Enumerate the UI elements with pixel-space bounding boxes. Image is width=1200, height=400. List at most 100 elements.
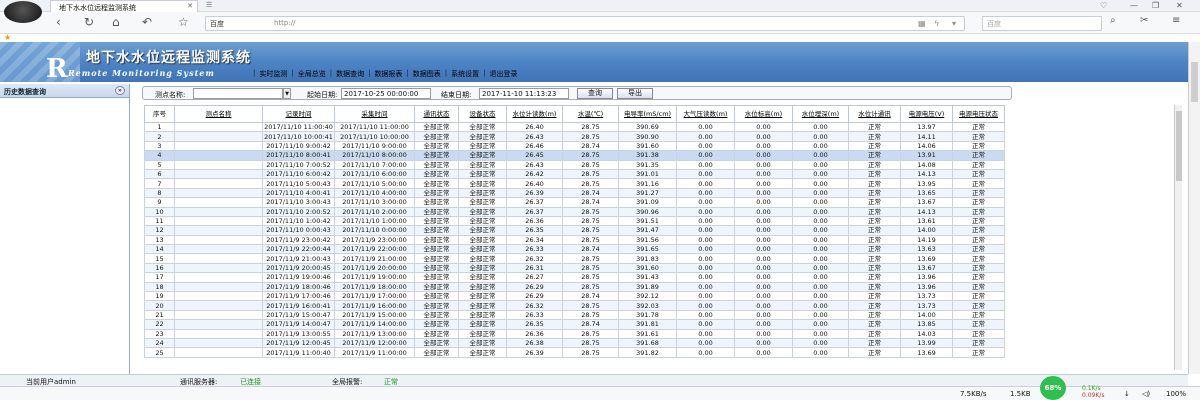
table-row[interactable]: 2 2017/11/10 10:00:41 2017/11/10 10:00:00 全…: [144, 131, 1005, 142]
back-icon[interactable]: ‹: [56, 15, 61, 29]
menu-item-query[interactable]: 数据查询: [333, 69, 367, 79]
column-header[interactable]: 水温(℃): [562, 105, 619, 123]
table-row[interactable]: 8 2017/11/10 4:00:41 2017/11/10 4:00:00 全部正…: [144, 187, 1005, 199]
query-button[interactable]: 查询: [577, 88, 613, 99]
column-header[interactable]: 设备状态: [458, 105, 507, 123]
shield-icon[interactable]: ♡: [1100, 1, 1107, 10]
menu-icon[interactable]: ≡: [1172, 15, 1180, 26]
table-cell: 391.65: [618, 244, 677, 255]
table-row[interactable]: 14 2017/11/9 22:00:44 2017/11/9 22:00:00 全部…: [144, 244, 1005, 255]
search-icon[interactable]: ⌕: [1110, 15, 1116, 26]
column-header[interactable]: 采集时间: [334, 105, 415, 123]
table-cell: 0.00: [676, 300, 735, 311]
table-row[interactable]: 15 2017/11/9 21:00:43 2017/11/9 21:00:00 全部…: [144, 253, 1005, 264]
table-cell: 2017/11/10 3:00:00: [334, 197, 415, 208]
page-icon[interactable]: ▦: [918, 19, 926, 28]
table-row[interactable]: 24 2017/11/9 12:00:45 2017/11/9 12:00:00 全部…: [144, 337, 1005, 349]
table-scroll-thumb[interactable]: [1176, 111, 1182, 181]
column-header[interactable]: 水位计通讯: [848, 105, 901, 123]
menu-item-logout[interactable]: 退出登录: [487, 69, 521, 79]
table-row[interactable]: 17 2017/11/9 19:00:46 2017/11/9 19:00:00 全部…: [144, 272, 1005, 283]
table-row[interactable]: 16 2017/11/9 20:00:45 2017/11/9 20:00:00 全部…: [144, 262, 1005, 274]
menu-item-realtime[interactable]: 实时监测: [256, 69, 290, 79]
column-header[interactable]: 水位计读数(m): [506, 105, 563, 123]
column-header[interactable]: 测点名称: [174, 105, 263, 123]
column-header[interactable]: 水位标高(m): [734, 105, 793, 123]
browser-search-box[interactable]: 百度: [982, 16, 1102, 31]
table-row[interactable]: 6 2017/11/10 6:00:42 2017/11/10 6:00:00 全部正…: [144, 168, 1005, 180]
column-header[interactable]: 电源电压(V): [900, 105, 953, 123]
table-cell: 2017/11/9 15:00:47: [262, 309, 335, 321]
table-row[interactable]: 22 2017/11/9 14:00:47 2017/11/9 14:00:00 全部…: [144, 319, 1005, 330]
home-icon[interactable]: ⌂: [112, 15, 120, 29]
table-cell: 2017/11/9 21:00:43: [262, 253, 335, 264]
table-row[interactable]: 12 2017/11/10 0:00:43 2017/11/10 0:00:00 全部…: [144, 225, 1005, 236]
table-scrollbar[interactable]: [1174, 105, 1182, 370]
sound-icon[interactable]: ◁): [1142, 390, 1150, 398]
data-table: 序号 测点名称 记录时间 采集时间 通讯状态 设备状态 水位计读数(m) 水温(℃) 电导率(m…: [144, 105, 1005, 358]
menu-item-chart[interactable]: 数据图表: [410, 69, 444, 79]
minimize-icon[interactable]: —: [1130, 1, 1138, 10]
favorite-star-icon[interactable]: ☆: [178, 15, 189, 29]
station-select[interactable]: [193, 88, 283, 99]
memory-gauge[interactable]: 68%: [1040, 376, 1066, 400]
table-row[interactable]: 5 2017/11/10 7:00:52 2017/11/10 7:00:00 全部正…: [144, 159, 1005, 170]
refresh-icon[interactable]: ↻: [84, 15, 94, 29]
table-row[interactable]: 9 2017/11/10 3:00:43 2017/11/10 3:00:00 全部正…: [144, 197, 1005, 208]
column-header[interactable]: 电导率(mS/cm): [618, 105, 677, 123]
table-row[interactable]: 25 2017/11/9 11:00:40 2017/11/9 11:00:00 全部…: [144, 347, 1005, 358]
dropdown-icon[interactable]: ▾: [952, 19, 956, 28]
table-row[interactable]: 20 2017/11/9 16:00:41 2017/11/9 16:00:00 全部…: [144, 300, 1005, 311]
table-row[interactable]: 1 2017/11/10 11:00:40 2017/11/10 11:00:00 全…: [144, 121, 1005, 133]
table-row[interactable]: 21 2017/11/9 15:00:47 2017/11/9 15:00:00 全部…: [144, 309, 1005, 321]
table-row[interactable]: 19 2017/11/9 17:00:46 2017/11/9 17:00:00 全部…: [144, 291, 1005, 302]
table-cell: 正常: [848, 328, 901, 340]
close-tab-icon[interactable]: ✕: [187, 2, 193, 10]
table-cell: 390.96: [618, 206, 677, 217]
table-row[interactable]: 3 2017/11/10 9:00:42 2017/11/10 9:00:00 全部正…: [144, 140, 1005, 152]
favorites-star-icon[interactable]: ★: [4, 33, 11, 42]
tab-list-icon[interactable]: ☰: [206, 1, 212, 9]
url-text[interactable]: http://: [274, 19, 295, 27]
sidebar-header[interactable]: 历史数据查询 »: [0, 84, 129, 98]
menu-item-overview[interactable]: 全局总览: [295, 69, 329, 79]
table-row[interactable]: 7 2017/11/10 5:00:43 2017/11/10 5:00:00 全部正…: [144, 178, 1005, 189]
page-scroll-thumb[interactable]: [1191, 62, 1198, 102]
column-header[interactable]: 通讯状态: [414, 105, 459, 123]
table-cell: 全部正常: [414, 121, 459, 133]
close-window-icon[interactable]: ✕: [1176, 1, 1183, 10]
table-row[interactable]: 10 2017/11/10 2:00:52 2017/11/10 2:00:00 全部…: [144, 206, 1005, 217]
station-dropdown-icon[interactable]: ▼: [283, 88, 291, 99]
lightning-icon[interactable]: ϟ: [934, 19, 939, 28]
search-engine-label[interactable]: 百度: [210, 19, 224, 29]
restore-icon[interactable]: ❐: [1152, 1, 1159, 10]
table-row[interactable]: 23 2017/11/9 13:00:55 2017/11/9 13:00:00 全部…: [144, 328, 1005, 340]
export-button[interactable]: 导出: [617, 88, 653, 99]
page-scrollbar[interactable]: [1188, 42, 1200, 374]
user-avatar[interactable]: [4, 1, 42, 23]
column-header[interactable]: 水位埋深(m): [792, 105, 849, 123]
zoom-level[interactable]: 100%: [1166, 390, 1186, 398]
collapse-icon[interactable]: »: [115, 86, 125, 95]
end-date-input[interactable]: 2017-11-10 11:13:23: [479, 88, 569, 99]
table-row[interactable]: 11 2017/11/10 1:00:42 2017/11/10 1:00:00 全部…: [144, 215, 1005, 227]
column-header[interactable]: 大气压读数(m): [676, 105, 735, 123]
undo-icon[interactable]: ↶: [142, 15, 152, 29]
table-row[interactable]: 18 2017/11/9 18:00:46 2017/11/9 18:00:00 全部…: [144, 281, 1005, 293]
menu-item-report[interactable]: 数据报表: [371, 69, 405, 79]
table-cell: 全部正常: [414, 131, 459, 142]
download-icon[interactable]: ↓: [1124, 390, 1130, 398]
table-cell: 8: [144, 187, 175, 199]
table-cell: 0.00: [676, 140, 735, 152]
browser-tab[interactable]: 地下水水位远程监测系统 ✕: [50, 0, 198, 12]
menu-item-settings[interactable]: 系统设置: [448, 69, 482, 79]
column-header[interactable]: 记录时间: [262, 105, 335, 123]
scissors-icon[interactable]: ✂: [1140, 15, 1148, 26]
table-row[interactable]: 4 2017/11/10 8:00:41 2017/11/10 8:00:00 全部正…: [144, 150, 1005, 161]
column-header[interactable]: 电源电压状态: [952, 105, 1005, 123]
address-bar[interactable]: 百度 http:// ▦ ϟ ▾: [205, 16, 965, 31]
start-date-input[interactable]: 2017-10-25 00:00:00: [341, 88, 431, 99]
table-cell: 2017/11/9 11:00:40: [262, 347, 335, 358]
table-row[interactable]: 13 2017/11/9 23:00:42 2017/11/9 23:00:00 全部…: [144, 234, 1005, 246]
table-cell: 全部正常: [458, 234, 507, 246]
